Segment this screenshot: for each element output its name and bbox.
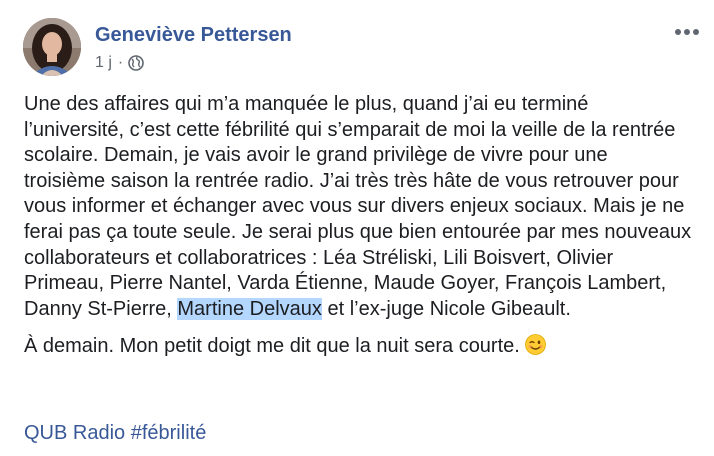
- post-timestamp[interactable]: 1 j: [95, 54, 112, 72]
- author-name[interactable]: Geneviève Pettersen: [95, 24, 292, 47]
- post-paragraph-1: Une des affaires qui m’a manquée le plus…: [24, 92, 692, 322]
- winking-face-emoji: [525, 334, 547, 356]
- meta-separator: ·: [117, 54, 124, 71]
- hashtag-qub-radio[interactable]: QUB Radio: [24, 422, 125, 444]
- post-body: Une des affaires qui m’a manquée le plus…: [24, 92, 692, 360]
- paragraph-1-text: Une des affaires qui m’a manquée le plus…: [24, 93, 692, 320]
- highlighted-name: Martine Delvaux: [177, 297, 322, 320]
- more-options-icon[interactable]: [670, 22, 704, 42]
- facebook-post: Geneviève Pettersen 1 j · Une des affair…: [0, 0, 714, 456]
- post-meta: 1 j ·: [95, 54, 145, 72]
- avatar[interactable]: [23, 18, 81, 76]
- globe-icon[interactable]: [128, 55, 145, 71]
- post-paragraph-2: À demain. Mon petit doigt me dit que la …: [24, 334, 692, 360]
- hashtag-febrilite[interactable]: #fébrilité: [131, 422, 207, 444]
- hashtags: QUB Radio #fébrilité: [24, 422, 206, 445]
- paragraph-2-text: À demain. Mon petit doigt me dit que la …: [24, 335, 520, 358]
- paragraph-1-ending: et l’ex-juge Nicole Gibeault.: [321, 297, 571, 320]
